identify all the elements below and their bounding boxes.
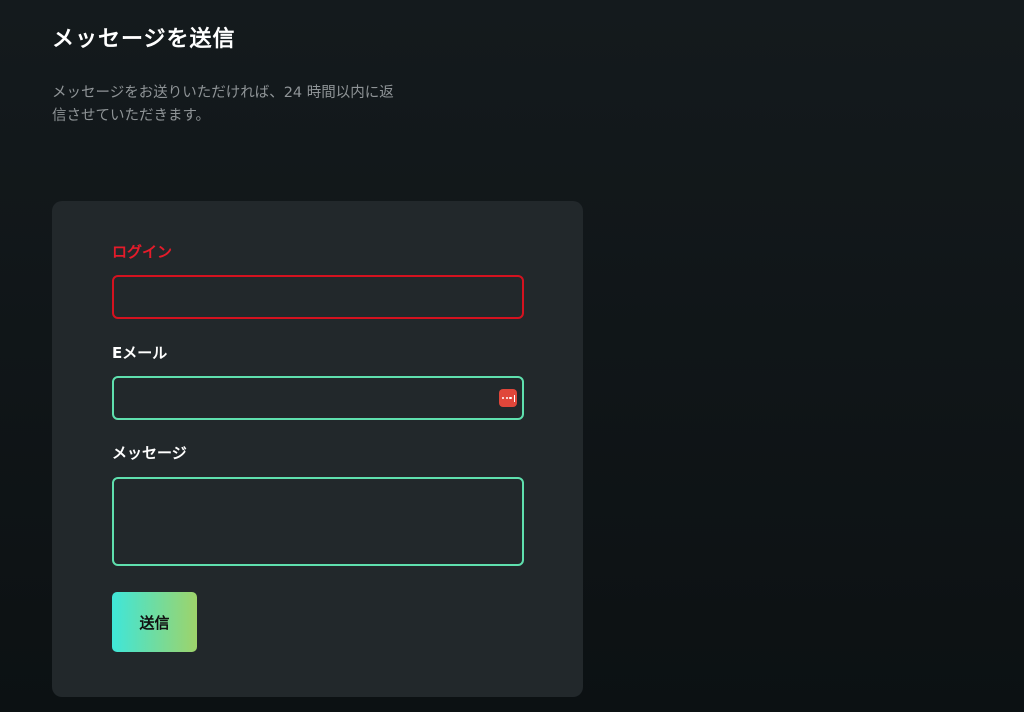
contact-form: ログイン Eメール メッセージ 送信 (52, 201, 583, 697)
login-input[interactable] (112, 275, 524, 319)
email-label: Eメール (112, 344, 168, 362)
page-description: メッセージをお送りいただければ、24 時間以内に返 信させていただきます。 (52, 82, 442, 128)
message-textarea[interactable] (112, 477, 524, 566)
page-description-line-2: 信させていただきます。 (52, 108, 211, 124)
page-title: メッセージを送信 (52, 27, 236, 52)
login-label: ログイン (112, 243, 173, 261)
page-description-line-1: メッセージをお送りいただければ、24 時間以内に返 (52, 85, 394, 101)
message-label: メッセージ (112, 444, 187, 462)
password-manager-icon[interactable] (499, 389, 517, 407)
submit-button[interactable]: 送信 (112, 592, 197, 652)
email-input[interactable] (112, 376, 524, 420)
